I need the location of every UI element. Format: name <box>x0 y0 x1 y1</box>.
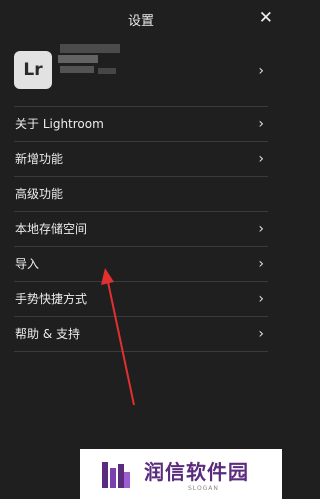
watermark-slogan: SLOGAN <box>188 485 219 492</box>
annotation-arrow-shaft <box>107 281 135 406</box>
watermark-name: 润信软件园 <box>144 460 249 484</box>
annotation-arrow <box>101 268 135 406</box>
annotation-arrow-head <box>101 268 114 285</box>
watermark-logo-icon <box>102 462 130 488</box>
watermark: 润信软件园 SLOGAN <box>80 449 282 499</box>
